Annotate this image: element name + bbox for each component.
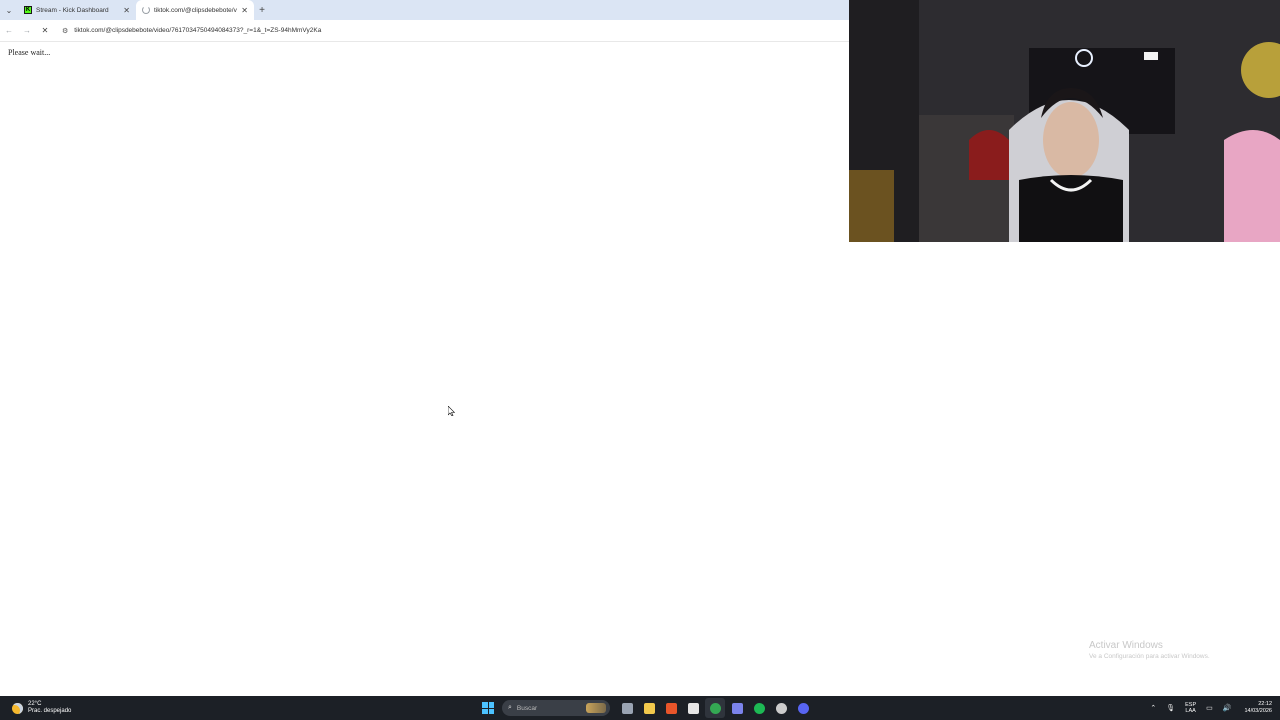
language-indicator[interactable]: ESP LAA — [1185, 702, 1196, 714]
browser-toolbar: ← → ✕ ⚙ tiktok.com/@clipsdebebote/video/… — [0, 20, 849, 42]
taskbar-apps: ⌕ Buscar — [480, 696, 814, 720]
webcam-image — [849, 0, 1280, 242]
search-highlight-icon — [586, 703, 606, 713]
system-tray: ⌃ 🎙 ESP LAA ▭ 🔊 22:12 14/03/2026 — [1145, 696, 1280, 720]
tab-title: tiktok.com/@clipsdebebote/vi — [154, 6, 238, 14]
watermark-subtitle: Ve a Configuración para activar Windows. — [1089, 653, 1210, 660]
loading-message: Please wait... — [8, 48, 51, 57]
task-view-icon[interactable] — [617, 698, 637, 718]
tab-tiktok[interactable]: tiktok.com/@clipsdebebote/vi ✕ — [136, 0, 254, 20]
obs-icon[interactable] — [771, 698, 791, 718]
back-button[interactable]: ← — [0, 20, 18, 42]
start-button[interactable] — [480, 700, 496, 716]
clock[interactable]: 22:12 14/03/2026 — [1244, 701, 1272, 715]
page-content: Please wait... — [0, 43, 849, 696]
search-icon: ⌕ — [508, 704, 512, 711]
spotify-icon[interactable] — [749, 698, 769, 718]
tab-kick-dashboard[interactable]: K Stream - Kick Dashboard ✕ — [18, 0, 136, 20]
brave-icon[interactable] — [661, 698, 681, 718]
taskbar-search[interactable]: ⌕ Buscar — [502, 700, 610, 716]
chrome-icon[interactable] — [705, 698, 725, 718]
tab-strip: ⌄ K Stream - Kick Dashboard ✕ tiktok.com… — [0, 0, 849, 20]
weather-widget[interactable]: 22°C Prac. despejado — [12, 696, 71, 720]
weather-desc: Prac. despejado — [28, 708, 72, 714]
new-tab-button[interactable]: + — [254, 0, 270, 20]
kick-icon: K — [24, 6, 32, 14]
activate-windows-watermark: Activar Windows Ve a Configuración para … — [1089, 640, 1210, 660]
webcam-overlay — [849, 0, 1280, 242]
address-bar[interactable]: ⚙ tiktok.com/@clipsdebebote/video/761703… — [58, 22, 843, 39]
forward-button[interactable]: → — [18, 20, 36, 42]
volume-icon[interactable]: 🔊 — [1223, 704, 1232, 712]
chevron-up-icon[interactable]: ⌃ — [1150, 704, 1156, 712]
site-info-icon[interactable]: ⚙ — [62, 27, 68, 35]
keyboard-layout: LAA — [1185, 708, 1196, 714]
desktop: ⌄ K Stream - Kick Dashboard ✕ tiktok.com… — [0, 0, 1280, 720]
taskbar: 22°C Prac. despejado ⌕ Buscar ⌃ 🎙 ESP LA… — [0, 696, 1280, 720]
watermark-title: Activar Windows — [1089, 640, 1163, 651]
tab-title: Stream - Kick Dashboard — [36, 6, 109, 14]
file-explorer-icon[interactable] — [639, 698, 659, 718]
search-placeholder: Buscar — [516, 704, 538, 712]
close-icon[interactable]: ✕ — [123, 6, 130, 15]
microphone-icon[interactable]: 🎙 — [1166, 704, 1175, 712]
clock-time: 22:12 — [1258, 701, 1272, 707]
teams-icon[interactable] — [727, 698, 747, 718]
discord-icon[interactable] — [793, 698, 813, 718]
weather-icon — [12, 702, 23, 714]
close-icon[interactable]: ✕ — [241, 6, 248, 15]
weather-temp: 22°C — [28, 701, 42, 707]
tab-search-icon[interactable]: ⌄ — [0, 0, 18, 20]
microsoft-store-icon[interactable] — [683, 698, 703, 718]
clock-date: 14/03/2026 — [1244, 708, 1272, 714]
url-text: tiktok.com/@clipsdebebote/video/76170347… — [74, 27, 322, 34]
loading-icon — [142, 6, 150, 14]
stop-loading-button[interactable]: ✕ — [36, 20, 54, 42]
network-icon[interactable]: ▭ — [1206, 704, 1213, 712]
